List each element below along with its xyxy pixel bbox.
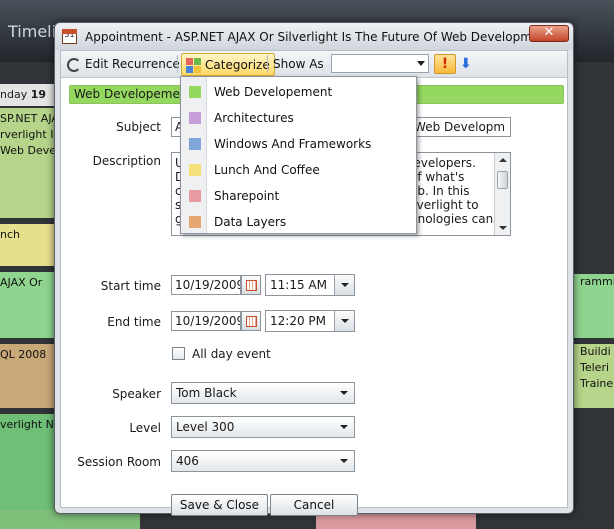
- day-label: nday: [0, 88, 28, 101]
- dialog-title: Appointment - ASP.NET AJAX Or Silverligh…: [85, 30, 552, 44]
- scroll-thumb[interactable]: [497, 171, 508, 189]
- description-scrollbar[interactable]: [494, 153, 510, 235]
- category-item-data-layers[interactable]: Data Layers: [181, 209, 416, 235]
- session-room-select[interactable]: 406: [171, 450, 355, 472]
- categorize-dropdown: Web Developement Architectures Windows A…: [180, 76, 417, 234]
- background-appointment[interactable]: rammi: [572, 274, 614, 338]
- category-swatch-icon: [189, 216, 201, 228]
- category-item-sharepoint[interactable]: Sharepoint: [181, 183, 416, 209]
- categorize-label: Categorize: [205, 58, 270, 72]
- scroll-down-icon[interactable]: [499, 226, 507, 230]
- all-day-label: All day event: [192, 347, 271, 361]
- speaker-select[interactable]: Tom Black: [171, 382, 355, 404]
- chevron-down-icon: [334, 451, 354, 471]
- dialog-titlebar[interactable]: 31 Appointment - ASP.NET AJAX Or Silverl…: [55, 23, 573, 50]
- level-label: Level: [129, 421, 161, 435]
- day-number: 19: [30, 88, 47, 101]
- start-date-picker-button[interactable]: [241, 275, 261, 295]
- edit-recurrence-label: Edit Recurrence: [85, 57, 180, 71]
- chevron-down-icon: [417, 61, 425, 66]
- speaker-value: Tom Black: [176, 386, 237, 400]
- category-label: Windows And Frameworks: [214, 137, 372, 151]
- background-appointment[interactable]: nch: [0, 224, 56, 266]
- end-time-value: 12:20 PM: [270, 314, 326, 328]
- show-as-label: Show As: [273, 57, 324, 71]
- end-date-picker-button[interactable]: [241, 311, 261, 331]
- end-date-input[interactable]: 10/19/2009: [171, 311, 241, 331]
- category-swatch-icon: [189, 190, 201, 202]
- categorize-icon: [186, 58, 201, 73]
- save-close-button[interactable]: Save & Close: [171, 494, 268, 516]
- end-time-label: End time: [107, 315, 161, 329]
- high-importance-button[interactable]: !: [434, 54, 456, 74]
- chevron-down-icon: [334, 383, 354, 403]
- background-appointment[interactable]: AJAX Or: [0, 272, 56, 338]
- show-as-select[interactable]: [331, 54, 429, 73]
- scroll-up-icon[interactable]: [499, 158, 507, 162]
- day-header: nday 19: [0, 84, 56, 106]
- recurrence-icon: [67, 57, 81, 72]
- category-label: Data Layers: [214, 215, 287, 229]
- start-time-value: 11:15 AM: [270, 278, 327, 292]
- background-appointment[interactable]: QL 2008: [0, 344, 56, 408]
- category-item-windows-and-frameworks[interactable]: Windows And Frameworks: [181, 131, 416, 157]
- subject-text-end: f Web Developm: [406, 120, 506, 134]
- category-item-web-developement[interactable]: Web Developement: [181, 79, 416, 105]
- description-text-right: levelopers. of what's eb. In this ilverl…: [410, 156, 494, 226]
- background-appointment[interactable]: SP.NET AJA rverlight Is Web Devel: [0, 108, 56, 218]
- toolbar: Edit Recurrence Categorize Show As ! ⬇: [61, 51, 567, 78]
- chevron-down-icon[interactable]: [334, 275, 354, 295]
- edit-recurrence-button[interactable]: Edit Recurrence: [63, 53, 184, 75]
- start-time-label: Start time: [100, 279, 161, 293]
- category-label: Sharepoint: [214, 189, 280, 203]
- background-appointment[interactable]: Buildi Teleri Traine: [572, 344, 614, 408]
- all-day-checkbox[interactable]: [172, 347, 185, 360]
- start-date-input[interactable]: 10/19/2009: [171, 275, 241, 295]
- speaker-label: Speaker: [112, 387, 161, 401]
- categorize-button[interactable]: Categorize: [181, 53, 275, 76]
- scheduler-title: Timeli: [8, 22, 57, 41]
- level-value: Level 300: [176, 420, 235, 434]
- low-importance-button[interactable]: ⬇: [460, 57, 472, 71]
- chevron-down-icon[interactable]: [334, 311, 354, 331]
- session-room-value: 406: [176, 454, 199, 468]
- description-label: Description: [92, 154, 161, 168]
- category-item-lunch-and-coffee[interactable]: Lunch And Coffee: [181, 157, 416, 183]
- calendar-icon: 31: [62, 29, 77, 44]
- calendar-icon: [246, 280, 257, 291]
- session-room-label: Session Room: [77, 455, 161, 469]
- level-select[interactable]: Level 300: [171, 416, 355, 438]
- cancel-button[interactable]: Cancel: [270, 494, 358, 516]
- calendar-icon: [246, 316, 257, 327]
- category-label: Web Developement: [214, 85, 333, 99]
- category-swatch-icon: [189, 86, 201, 98]
- chevron-down-icon: [334, 417, 354, 437]
- category-label: Lunch And Coffee: [214, 163, 320, 177]
- category-item-architectures[interactable]: Architectures: [181, 105, 416, 131]
- subject-label: Subject: [116, 120, 161, 134]
- background-appointment[interactable]: verlight N: [0, 414, 56, 510]
- end-time-picker[interactable]: 12:20 PM: [265, 310, 355, 332]
- toolbar-separator: [177, 55, 178, 73]
- category-label: Architectures: [214, 111, 294, 125]
- close-button[interactable]: ✕: [529, 25, 569, 42]
- category-swatch-icon: [189, 164, 201, 176]
- category-swatch-icon: [189, 138, 201, 150]
- start-time-picker[interactable]: 11:15 AM: [265, 274, 355, 296]
- toolbar-separator: [267, 55, 268, 73]
- category-swatch-icon: [189, 112, 201, 124]
